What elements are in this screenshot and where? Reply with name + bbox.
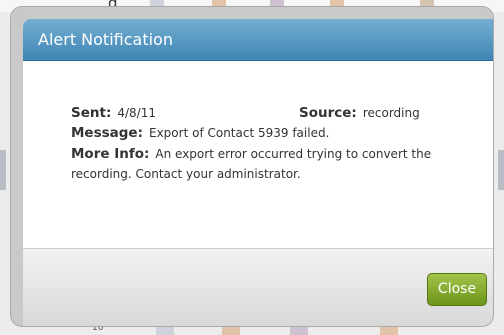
dialog-title: Alert Notification — [38, 30, 173, 49]
message-value: Export of Contact 5939 failed. — [149, 126, 330, 140]
background-stripe — [290, 327, 308, 335]
close-button[interactable]: Close — [427, 273, 487, 306]
sent-field: Sent: 4/8/11 — [71, 105, 156, 121]
sent-label: Sent: — [71, 105, 112, 121]
background-stripe — [156, 327, 174, 335]
message-label: Message: — [71, 125, 143, 141]
dialog-content: Sent: 4/8/11 Source: recording Message: Exp… — [23, 61, 493, 249]
more-info-field: More Info: An export error occurred tryin… — [71, 145, 491, 184]
more-info-label: More Info: — [71, 146, 150, 162]
alert-notification-dialog: Alert Notification Sent: 4/8/11 Source: re… — [10, 6, 494, 327]
source-value: recording — [362, 106, 420, 120]
message-field: Message: Export of Contact 5939 failed. — [71, 125, 329, 141]
background-divider — [0, 150, 6, 190]
background-stripe — [380, 327, 398, 335]
background-divider — [498, 150, 504, 190]
sent-value: 4/8/11 — [117, 106, 156, 120]
background-stripe — [222, 327, 240, 335]
source-field: Source: recording — [299, 105, 420, 121]
source-label: Source: — [299, 105, 357, 121]
dialog-footer: Close — [23, 249, 493, 326]
dialog-titlebar: Alert Notification — [23, 19, 493, 61]
